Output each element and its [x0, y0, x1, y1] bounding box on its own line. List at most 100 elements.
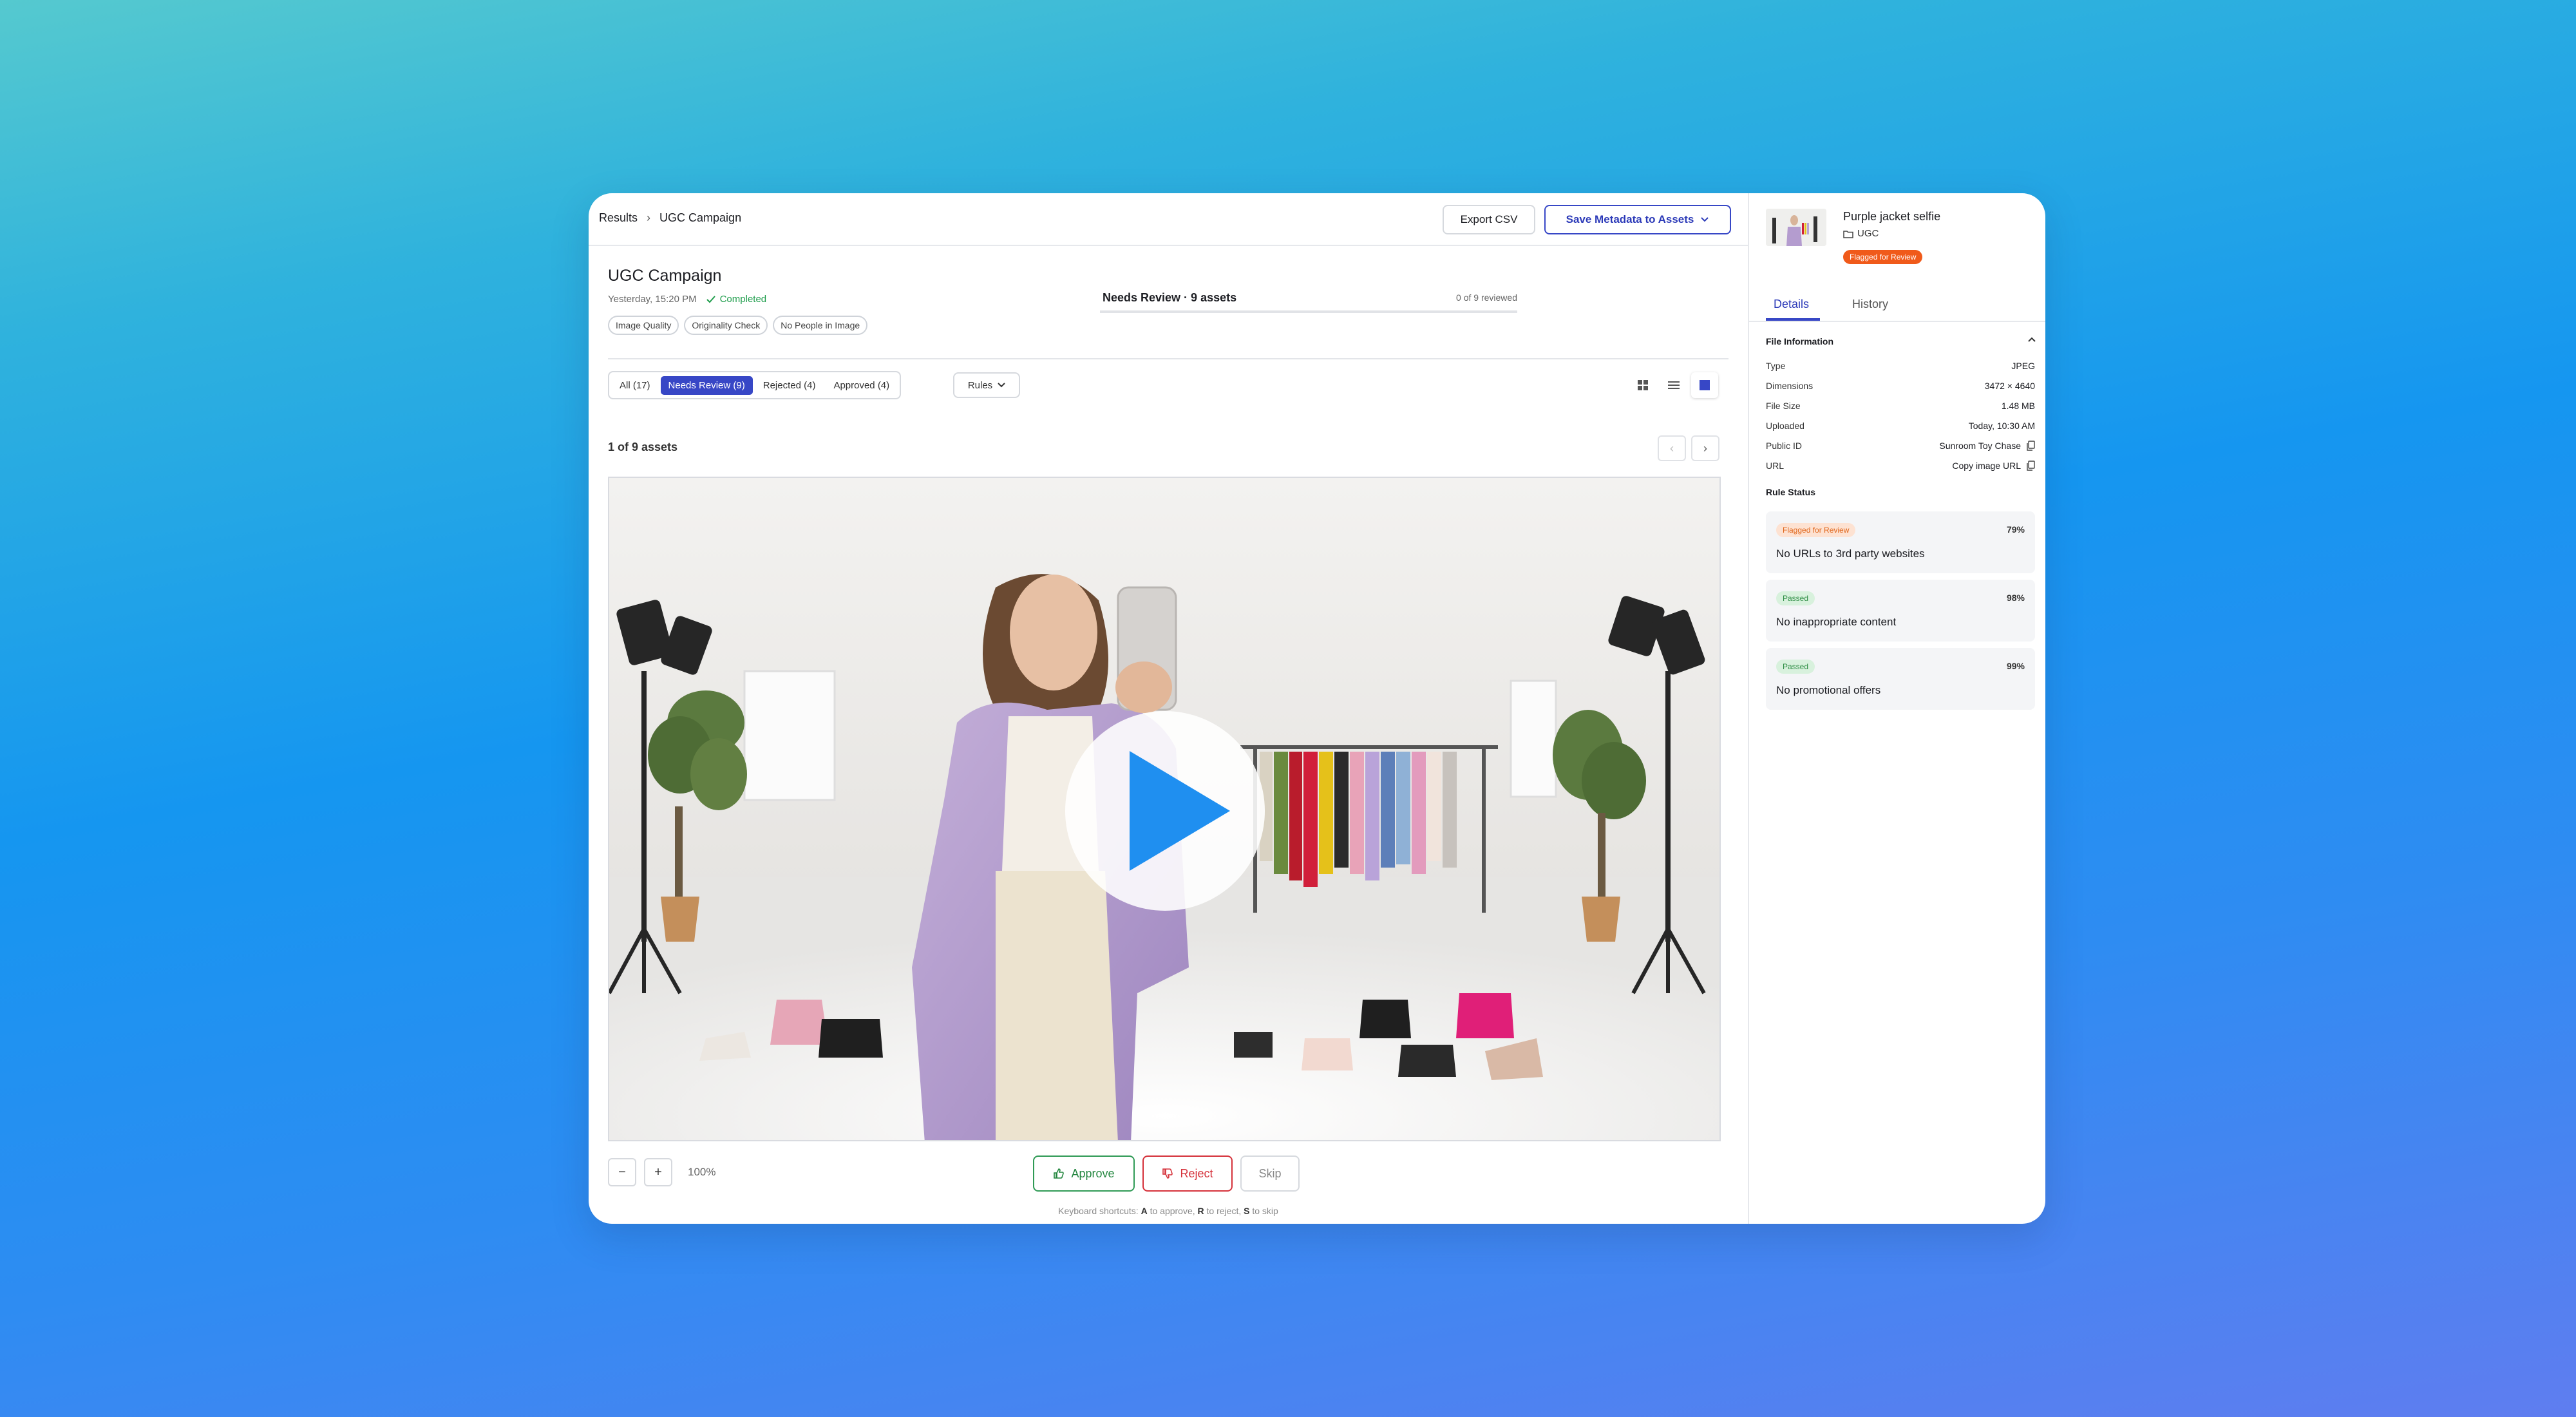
shortcut-r-text: to reject,: [1204, 1206, 1244, 1216]
grid-view-button[interactable]: [1629, 372, 1656, 398]
save-metadata-button[interactable]: Save Metadata to Assets: [1544, 205, 1731, 234]
info-row-public-id: Public ID Sunroom Toy Chase: [1766, 435, 2035, 455]
rule-card: Passed 99% No promotional offers: [1766, 648, 2035, 710]
rule-name: No URLs to 3rd party websites: [1776, 547, 1925, 560]
info-row-dimensions: Dimensions 3472 × 4640: [1766, 376, 2035, 395]
rule-status-badge: Passed: [1776, 660, 1815, 674]
info-value: Today, 10:30 AM: [1968, 420, 2035, 431]
tab-details[interactable]: Details: [1774, 298, 1809, 311]
rule-status-title: Rule Status: [1766, 487, 1816, 497]
review-progress: Needs Review · 9 assets 0 of 9 reviewed: [1100, 290, 1517, 313]
chevron-down-icon: [998, 383, 1005, 388]
asset-thumbnail: [1766, 209, 1826, 246]
view-toggle: [1629, 372, 1728, 398]
zoom-out-button[interactable]: −: [608, 1158, 636, 1186]
info-row-uploaded: Uploaded Today, 10:30 AM: [1766, 415, 2035, 435]
thumbs-up-icon: [1054, 1168, 1065, 1179]
list-view-button[interactable]: [1660, 372, 1687, 398]
rule-confidence: 79%: [2006, 524, 2025, 535]
details-sidebar: Purple jacket selfie UGC Flagged for Rev…: [1748, 193, 2045, 1224]
keyboard-shortcuts-hint: Keyboard shortcuts: A to approve, R to r…: [1039, 1206, 1297, 1216]
top-bar: Results › UGC Campaign Export CSV Save M…: [589, 193, 1748, 246]
sidebar-tabs: Details History: [1749, 290, 2045, 322]
shortcut-a-text: to approve,: [1147, 1206, 1198, 1216]
info-value-public-id: Sunroom Toy Chase: [1939, 441, 2035, 451]
approve-button[interactable]: Approve: [1033, 1155, 1135, 1192]
rule-name: No inappropriate content: [1776, 616, 1897, 628]
check-icon: [706, 295, 715, 303]
info-row-type: Type JPEG: [1766, 356, 2035, 376]
info-label: URL: [1766, 460, 1785, 471]
status-text: Completed: [719, 294, 767, 305]
info-label: Type: [1766, 360, 1786, 371]
timestamp: Yesterday, 15:20 PM: [608, 294, 697, 305]
rule-confidence: 99%: [2006, 661, 2025, 671]
copy-icon[interactable]: [2026, 440, 2035, 451]
review-count: 0 of 9 reviewed: [1456, 292, 1517, 303]
asset-preview[interactable]: [608, 477, 1721, 1141]
app-window: Results › UGC Campaign Export CSV Save M…: [589, 193, 2045, 1224]
thumbnail-image: [1766, 209, 1826, 246]
tab-all[interactable]: All (17): [612, 376, 658, 395]
rule-chips: Image Quality Originality Check No Peopl…: [608, 316, 868, 335]
asset-name: Purple jacket selfie: [1843, 210, 1941, 223]
info-value: 3472 × 4640: [1984, 380, 2035, 391]
tab-approved[interactable]: Approved (4): [826, 376, 897, 395]
save-metadata-label: Save Metadata to Assets: [1566, 213, 1694, 225]
tab-history[interactable]: History: [1852, 298, 1888, 311]
active-tab-indicator: [1766, 318, 1820, 321]
copy-url-link[interactable]: Copy image URL: [1952, 461, 2035, 471]
main-pane: Results › UGC Campaign Export CSV Save M…: [589, 193, 1748, 1224]
play-button[interactable]: [1065, 711, 1265, 911]
tab-rejected[interactable]: Rejected (4): [755, 376, 824, 395]
export-csv-button[interactable]: Export CSV: [1443, 205, 1535, 234]
info-label: Public ID: [1766, 440, 1803, 451]
list-icon: [1668, 381, 1680, 389]
chevron-right-icon: ›: [647, 211, 651, 224]
skip-button[interactable]: Skip: [1240, 1155, 1300, 1192]
tab-needs-review[interactable]: Needs Review (9): [660, 376, 753, 395]
rules-dropdown[interactable]: Rules: [953, 372, 1020, 398]
file-information: Type JPEG Dimensions 3472 × 4640 File Size…: [1766, 356, 2035, 475]
rule-confidence: 98%: [2006, 593, 2025, 603]
play-icon: [1130, 751, 1230, 871]
skip-label: Skip: [1258, 1166, 1282, 1180]
rule-card: Flagged for Review 79% No URLs to 3rd pa…: [1766, 511, 2035, 573]
status-completed: Completed: [706, 294, 767, 305]
prev-button[interactable]: ‹: [1658, 435, 1686, 461]
folder-icon: [1843, 230, 1853, 238]
flag-badge: Flagged for Review: [1843, 250, 1923, 264]
single-view-button[interactable]: [1691, 372, 1718, 398]
file-information-title: File Information: [1766, 336, 1833, 347]
chevron-up-icon: [2028, 337, 2036, 342]
chevron-left-icon: ‹: [1670, 441, 1674, 455]
zoom-level: 100%: [688, 1166, 716, 1178]
shortcuts-prefix: Keyboard shortcuts:: [1058, 1206, 1141, 1216]
copy-icon: [2027, 460, 2035, 471]
public-id-text: Sunroom Toy Chase: [1939, 440, 2021, 451]
chevron-down-icon: [1701, 217, 1709, 222]
file-information-header[interactable]: File Information: [1766, 336, 2036, 347]
rule-status-badge: Passed: [1776, 591, 1815, 605]
info-row-url: URL Copy image URL: [1766, 455, 2035, 475]
breadcrumb-results[interactable]: Results: [599, 211, 638, 225]
info-label: File Size: [1766, 400, 1801, 411]
reject-label: Reject: [1180, 1166, 1213, 1180]
rule-status-list: Flagged for Review 79% No URLs to 3rd pa…: [1766, 511, 2035, 716]
info-value: JPEG: [2011, 360, 2035, 371]
chevron-right-icon: ›: [1703, 441, 1707, 455]
pager: ‹ ›: [1658, 435, 1719, 461]
campaign-meta: Yesterday, 15:20 PM Completed: [608, 294, 766, 305]
zoom-controls: − + 100%: [608, 1158, 715, 1186]
next-button[interactable]: ›: [1691, 435, 1719, 461]
export-csv-label: Export CSV: [1460, 213, 1518, 225]
asset-count: 1 of 9 assets: [608, 441, 678, 453]
grid-icon: [1638, 380, 1648, 390]
zoom-in-button[interactable]: +: [644, 1158, 672, 1186]
reject-button[interactable]: Reject: [1142, 1155, 1233, 1192]
key-r: R: [1197, 1206, 1204, 1216]
rule-card: Passed 98% No inappropriate content: [1766, 580, 2035, 642]
info-label: Dimensions: [1766, 380, 1814, 391]
thumbs-down-icon: [1162, 1168, 1173, 1179]
rules-label: Rules: [967, 379, 993, 391]
